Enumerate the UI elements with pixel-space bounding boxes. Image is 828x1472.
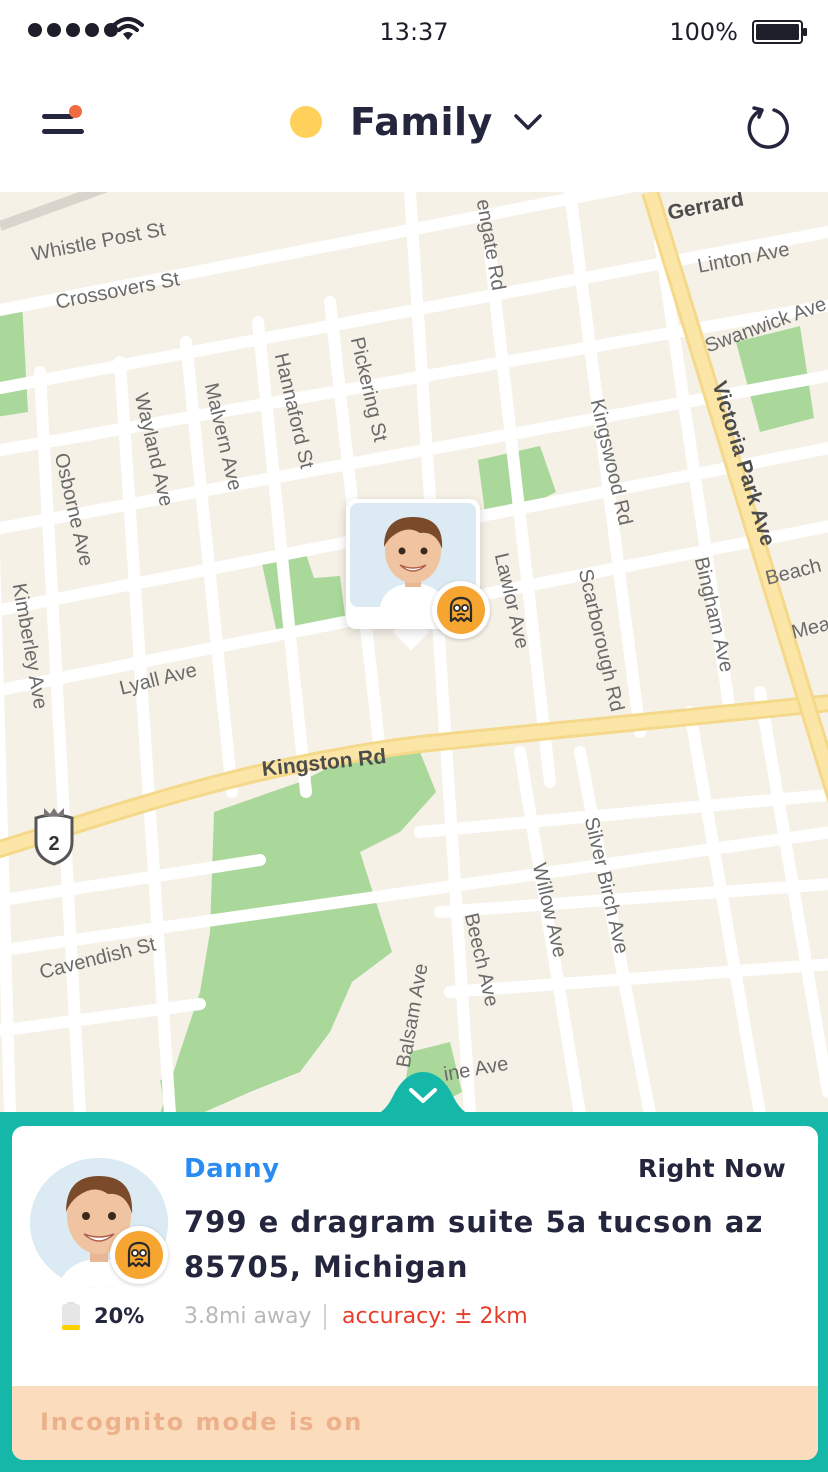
highway-shield-number: 2 [48, 833, 59, 855]
accuracy-text: accuracy: ± 2km [342, 1304, 528, 1329]
app-header: Family [0, 66, 828, 192]
last-seen-time: Right Now [637, 1154, 786, 1183]
ghost-icon [449, 596, 473, 623]
status-battery-percent: 100% [669, 18, 738, 46]
menu-button[interactable] [36, 102, 92, 142]
ghost-icon [127, 1241, 151, 1268]
park [0, 302, 28, 417]
person-location-marker[interactable] [346, 499, 490, 653]
divider [324, 1304, 326, 1330]
distance-text: 3.8mi away [184, 1304, 312, 1329]
incognito-badge [110, 1226, 168, 1284]
collapse-panel-button[interactable] [362, 1068, 484, 1118]
refresh-icon [747, 106, 789, 149]
group-selector[interactable]: Family [290, 94, 543, 150]
status-bar: 13:37 100% [0, 0, 828, 66]
notification-dot [69, 105, 82, 118]
person-name: Danny [184, 1154, 280, 1184]
battery-percent: 20% [94, 1304, 145, 1328]
incognito-message: Incognito mode is on [40, 1408, 364, 1436]
map-view[interactable]: Whistle Post St Crossovers St Osborne Av… [0, 192, 828, 1114]
chevron-down-icon [514, 114, 542, 130]
battery-low-icon [62, 1302, 80, 1330]
battery-icon [752, 20, 807, 44]
group-name: Family [350, 100, 493, 144]
incognito-badge [432, 581, 490, 639]
person-info-card[interactable]: 20% Danny Right Now 799 e dragram suite … [12, 1126, 818, 1460]
refresh-button[interactable] [744, 102, 792, 150]
group-color-dot [290, 106, 322, 138]
person-address: 799 e dragram suite 5a tucson az 85705, … [184, 1205, 764, 1284]
highway-shield-icon: 2 [34, 808, 74, 866]
incognito-banner: Incognito mode is on [12, 1386, 818, 1460]
